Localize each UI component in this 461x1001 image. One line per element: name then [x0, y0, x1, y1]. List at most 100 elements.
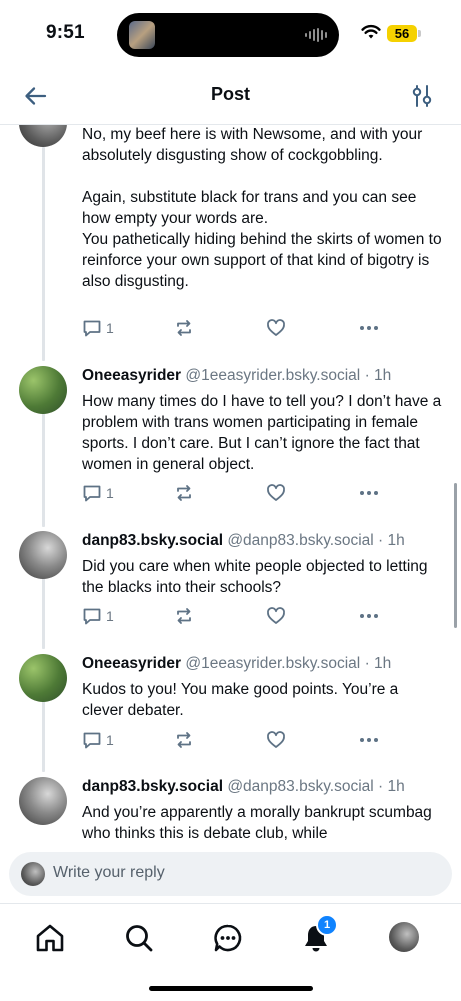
post-time: 1h [387, 778, 405, 795]
audio-waveform-icon [305, 27, 327, 43]
reply-button[interactable]: 1 [82, 604, 114, 628]
status-bar: 9:51 56 [0, 0, 461, 68]
comment-icon [83, 608, 101, 625]
author-name[interactable]: danp83.bsky.social [82, 532, 223, 549]
nav-home[interactable] [34, 922, 66, 954]
reply-input[interactable]: Write your reply [9, 852, 452, 896]
like-button[interactable] [266, 728, 286, 752]
post-paragraph: No, my beef here is with Newsome, and wi… [82, 126, 423, 164]
author-name[interactable]: danp83.bsky.social [82, 778, 223, 795]
home-icon [36, 924, 64, 952]
avatar[interactable] [19, 777, 67, 825]
author-name[interactable]: Oneeasyrider [82, 367, 181, 384]
wifi-icon [361, 24, 381, 39]
reply-count: 1 [106, 485, 114, 501]
search-icon [126, 925, 153, 952]
post-text: How many times do I have to tell you? I … [82, 393, 442, 473]
repost-button[interactable] [174, 481, 194, 505]
post-actions: 1 [82, 604, 382, 628]
battery-indicator: 56 [387, 25, 417, 42]
nav-profile[interactable] [389, 922, 421, 954]
thread-line [42, 395, 45, 527]
nav-chat[interactable] [212, 922, 244, 954]
post-actions: 1 [82, 481, 382, 505]
post-actions: 1 [82, 316, 382, 340]
more-options-button[interactable] [358, 604, 380, 628]
more-options-button[interactable] [358, 316, 380, 340]
post-text: No, my beef here is with Newsome, and wi… [82, 125, 442, 292]
comment-icon [83, 320, 101, 337]
post-meta: danp83.bsky.social @danp83.bsky.social ·… [82, 778, 405, 796]
repost-button[interactable] [174, 316, 194, 340]
clock: 9:51 [46, 22, 85, 43]
post-meta: Oneeasyrider @1eeasyrider.bsky.social · … [82, 367, 391, 385]
avatar[interactable] [19, 125, 67, 147]
like-button[interactable] [266, 481, 286, 505]
page-title: Post [210, 84, 250, 104]
post-time: 1h [374, 655, 392, 672]
post-paragraph-spacer [82, 166, 442, 187]
reply-count: 1 [106, 608, 114, 624]
ellipsis-icon [360, 491, 378, 495]
now-playing-thumbnail [129, 21, 155, 49]
thread-feed[interactable]: No, my beef here is with Newsome, and wi… [0, 125, 461, 845]
post-paragraph: Again, substitute black for trans and yo… [82, 189, 417, 227]
ellipsis-icon [360, 614, 378, 618]
separator-dot: · [378, 532, 384, 549]
author-handle[interactable]: @danp83.bsky.social [227, 778, 373, 795]
avatar [21, 862, 45, 886]
post-paragraph: You pathetically hiding behind the skirt… [82, 231, 442, 290]
author-handle[interactable]: @1eeasyrider.bsky.social [185, 367, 360, 384]
like-button[interactable] [266, 604, 286, 628]
notification-badge: 1 [316, 914, 338, 936]
avatar [389, 922, 419, 952]
ellipsis-icon [360, 738, 378, 742]
post-meta: Oneeasyrider @1eeasyrider.bsky.social · … [82, 655, 391, 673]
reply-button[interactable]: 1 [82, 728, 114, 752]
chat-bubble-icon [214, 924, 242, 952]
reply-composer: Write your reply [0, 845, 461, 903]
author-handle[interactable]: @danp83.bsky.social [227, 532, 373, 549]
nav-search[interactable] [123, 922, 155, 954]
post-header: Post [0, 68, 461, 125]
repost-icon [177, 608, 191, 624]
reply-button[interactable]: 1 [82, 316, 114, 340]
more-options-button[interactable] [358, 481, 380, 505]
reply-count: 1 [106, 320, 114, 336]
post-text: And you’re apparently a morally bankrupt… [82, 804, 432, 842]
thread-settings-button[interactable] [408, 82, 436, 110]
repost-icon [177, 320, 191, 336]
post-text: Kudos to you! You make good points. You’… [82, 681, 399, 719]
separator-dot: · [364, 655, 370, 672]
bottom-nav: 1 [0, 903, 461, 1001]
reply-count: 1 [106, 732, 114, 748]
like-button[interactable] [266, 316, 286, 340]
separator-dot: · [378, 778, 384, 795]
avatar[interactable] [19, 366, 67, 414]
avatar[interactable] [19, 654, 67, 702]
repost-button[interactable] [174, 604, 194, 628]
home-indicator [149, 986, 313, 991]
heart-icon [267, 731, 285, 748]
post-text: Did you care when white people objected … [82, 558, 428, 596]
separator-dot: · [364, 367, 370, 384]
author-handle[interactable]: @1eeasyrider.bsky.social [185, 655, 360, 672]
battery-tip [418, 30, 421, 37]
ellipsis-icon [360, 326, 378, 330]
repost-button[interactable] [174, 728, 194, 752]
post-time: 1h [374, 367, 392, 384]
author-name[interactable]: Oneeasyrider [82, 655, 181, 672]
comment-icon [83, 732, 101, 749]
thread-line [42, 147, 45, 361]
post-meta: danp83.bsky.social @danp83.bsky.social ·… [82, 532, 405, 550]
reply-button[interactable]: 1 [82, 481, 114, 505]
dynamic-island[interactable] [117, 13, 339, 57]
repost-icon [177, 485, 191, 501]
scrollbar[interactable] [454, 483, 457, 628]
avatar[interactable] [19, 531, 67, 579]
nav-notifications[interactable]: 1 [300, 914, 338, 954]
more-options-button[interactable] [358, 728, 380, 752]
reply-placeholder: Write your reply [53, 864, 165, 881]
sliders-icon [412, 85, 432, 107]
heart-icon [267, 484, 285, 501]
